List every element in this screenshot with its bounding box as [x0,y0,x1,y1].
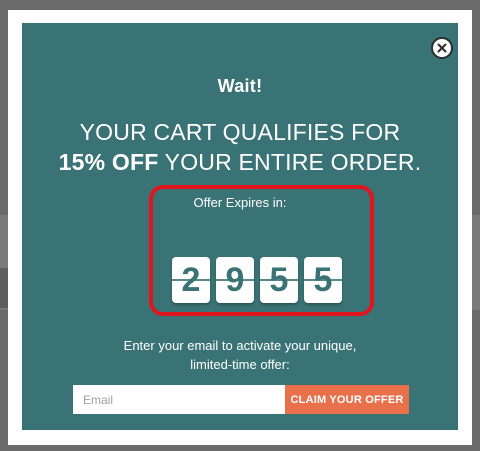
timer-label: Offer Expires in: [193,195,287,210]
headline-rest: YOUR ENTIRE ORDER. [158,149,422,175]
countdown-timer: 2 9 5 5 [172,257,352,303]
discount-amount: 15% OFF [58,149,159,175]
email-form: CLAIM YOUR OFFER [73,385,409,414]
prompt-line-2: limited-time offer: [190,357,290,372]
headline-line-1: YOUR CART QUALIFIES FOR [79,119,401,145]
timer-digit: 9 [216,257,254,303]
close-button[interactable] [431,37,453,59]
email-prompt: Enter your email to activate your unique… [22,336,458,374]
timer-digit: 5 [260,257,298,303]
claim-offer-button[interactable]: CLAIM YOUR OFFER [285,385,409,414]
email-input[interactable] [73,385,285,414]
timer-digit: 5 [304,257,342,303]
headline-line-2: 15% OFF YOUR ENTIRE ORDER. [22,147,458,177]
exit-intent-popup: Wait! YOUR CART QUALIFIES FOR 15% OFF YO… [22,23,458,430]
offer-headline: YOUR CART QUALIFIES FOR 15% OFF YOUR ENT… [22,117,458,177]
prompt-line-1: Enter your email to activate your unique… [123,338,357,353]
popup-title: Wait! [217,76,263,96]
timer-digit: 2 [172,257,210,303]
close-icon [437,43,447,53]
popup-frame: Wait! YOUR CART QUALIFIES FOR 15% OFF YO… [8,10,472,445]
